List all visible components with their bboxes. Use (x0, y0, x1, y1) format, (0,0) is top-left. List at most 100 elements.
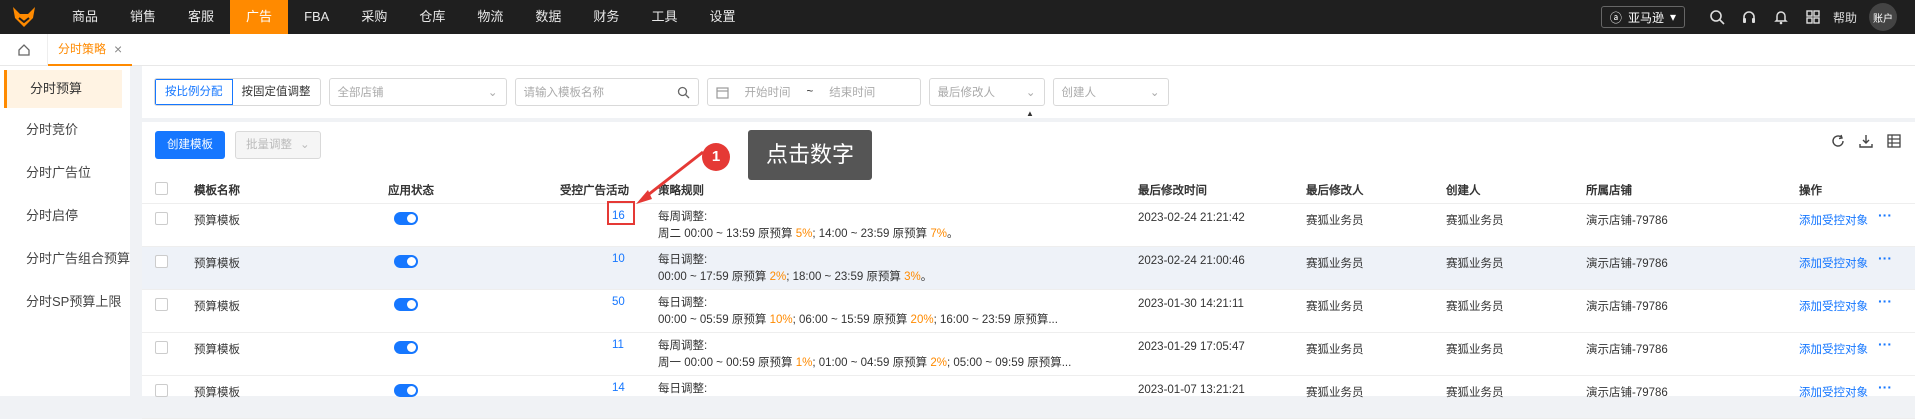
last-modifier-select[interactable]: 最后修改人 ⌄ (928, 78, 1045, 106)
more-actions-icon[interactable]: ··· (1878, 379, 1892, 395)
nav-item[interactable]: 工具 (635, 0, 693, 34)
tab-label: 分时策略 (58, 42, 107, 56)
caret-down-icon: ▾ (1669, 10, 1676, 24)
end-time-placeholder: 结束时间 (829, 87, 876, 99)
close-icon[interactable]: × (114, 41, 122, 57)
creator-name: 赛狐业务员 (1446, 215, 1504, 227)
rule-title: 每周调整: (658, 211, 708, 223)
more-actions-icon[interactable]: ··· (1878, 293, 1892, 309)
help-link[interactable]: 帮助 (1833, 9, 1857, 26)
modified-time: 2023-01-30 14:21:11 (1138, 298, 1244, 310)
home-icon[interactable] (0, 33, 48, 66)
rule-text: 周一 00:00 ~ 00:59 原预算 (658, 357, 796, 369)
modifier-name: 赛狐业务员 (1306, 215, 1364, 227)
fox-logo-icon[interactable] (0, 0, 48, 34)
apply-status-toggle[interactable] (394, 212, 418, 225)
search-icon[interactable] (1701, 0, 1733, 34)
store-name: 演示店铺-79786 (1586, 301, 1668, 313)
search-icon[interactable] (677, 86, 690, 99)
table-row: 预算模板 10 每日调整: 00:00 ~ 17:59 原预算 2%; 18:00 ~… (142, 247, 1915, 290)
campaign-count-link[interactable]: 11 (612, 339, 624, 351)
rule-detail: 00:00 ~ 05:59 原预算 10%; 06:00 ~ 15:59 原预算… (658, 312, 1058, 329)
add-controlled-object-link[interactable]: 添加受控对象 (1799, 255, 1868, 271)
nav-item[interactable]: 广告 (230, 0, 289, 34)
col-modifier: 最后修改人 (1306, 185, 1364, 197)
apply-status-toggle[interactable] (394, 384, 418, 397)
nav-item[interactable]: 数据 (519, 0, 577, 34)
nav-item[interactable]: 商品 (56, 0, 114, 34)
creator-name: 赛狐业务员 (1446, 387, 1504, 399)
modifier-name: 赛狐业务员 (1306, 387, 1364, 399)
step-badge: 1 (702, 143, 730, 171)
row-checkbox[interactable] (155, 212, 168, 225)
sidebar-item[interactable]: 分时预算 (4, 70, 122, 108)
nav-item[interactable]: 采购 (345, 0, 403, 34)
apps-grid-icon[interactable] (1797, 0, 1829, 34)
collapse-filter-icon[interactable]: ▲ (1005, 108, 1055, 118)
select-all-checkbox[interactable] (155, 182, 168, 195)
rule-text: ; 18:00 ~ 23:59 原预算 (786, 271, 905, 283)
add-controlled-object-link[interactable]: 添加受控对象 (1799, 212, 1868, 228)
bell-icon[interactable] (1765, 0, 1797, 34)
campaign-count-link[interactable]: 14 (612, 382, 625, 394)
row-checkbox[interactable] (155, 255, 168, 268)
sidebar-item[interactable]: 分时广告组合预算 (0, 237, 130, 280)
add-controlled-object-link[interactable]: 添加受控对象 (1799, 384, 1868, 400)
creator-name: 赛狐业务员 (1446, 301, 1504, 313)
nav-item[interactable]: 销售 (114, 0, 172, 34)
rule-text: 。 (946, 228, 959, 240)
row-checkbox[interactable] (155, 298, 168, 311)
last-modifier-placeholder: 最后修改人 (937, 87, 996, 99)
column-settings-icon[interactable] (1887, 134, 1901, 148)
rule-percent: 2% (769, 271, 787, 283)
add-controlled-object-link[interactable]: 添加受控对象 (1799, 341, 1868, 357)
date-range-picker[interactable]: 开始时间 ~ 结束时间 (706, 78, 921, 106)
add-controlled-object-link[interactable]: 添加受控对象 (1799, 298, 1868, 314)
template-name: 预算模板 (194, 387, 240, 399)
template-search-input[interactable]: 请输入模板名称 (514, 78, 699, 106)
alloc-fixed-button[interactable]: 按固定值调整 (233, 79, 320, 105)
creator-select[interactable]: 创建人 ⌄ (1052, 78, 1169, 106)
chevron-down-icon: ⌄ (487, 87, 498, 99)
modifier-name: 赛狐业务员 (1306, 258, 1364, 270)
sidebar-item[interactable]: 分时竞价 (0, 108, 130, 151)
sidebar-item[interactable]: 分时启停 (0, 194, 130, 237)
campaign-count-link[interactable]: 10 (612, 253, 625, 265)
nav-item[interactable]: 财务 (577, 0, 635, 34)
more-actions-icon[interactable]: ··· (1878, 207, 1892, 223)
campaign-count-link[interactable]: 50 (612, 296, 625, 308)
download-icon[interactable] (1859, 134, 1873, 148)
avatar[interactable]: 账户 (1869, 3, 1897, 31)
table-row: 预算模板 11 每周调整: 周一 00:00 ~ 00:59 原预算 1%; 01:0… (142, 333, 1915, 376)
more-actions-icon[interactable]: ··· (1878, 250, 1892, 266)
nav-item[interactable]: 设置 (693, 0, 751, 34)
apply-status-toggle[interactable] (394, 298, 418, 311)
alloc-ratio-button[interactable]: 按比例分配 (155, 79, 233, 105)
list-toolbar: 创建模板 批量调整 ⌄ (142, 122, 1915, 168)
nav-item[interactable]: FBA (288, 0, 345, 34)
rule-detail: 周一 00:00 ~ 00:59 原预算 1%; 01:00 ~ 04:59 原… (658, 355, 1071, 372)
refresh-icon[interactable] (1831, 134, 1845, 148)
tab-time-strategy[interactable]: 分时策略 × (48, 34, 133, 66)
nav-item[interactable]: 物流 (461, 0, 519, 34)
rule-text: ; 01:00 ~ 04:59 原预算 (812, 357, 931, 369)
apply-status-toggle[interactable] (394, 341, 418, 354)
template-name: 预算模板 (194, 258, 240, 270)
batch-adjust-button[interactable]: 批量调整 ⌄ (235, 131, 321, 159)
headset-icon[interactable] (1733, 0, 1765, 34)
annotation-callout: 1 点击数字 (702, 130, 872, 180)
row-checkbox[interactable] (155, 384, 168, 397)
modified-time: 2023-01-29 17:05:47 (1138, 341, 1245, 353)
nav-item[interactable]: 客服 (172, 0, 230, 34)
sidebar-item[interactable]: 分时SP预算上限 (0, 280, 130, 323)
nav-item[interactable]: 仓库 (403, 0, 461, 34)
sidebar-item[interactable]: 分时广告位 (0, 151, 130, 194)
rule-percent: 3% (904, 271, 921, 283)
marketplace-select[interactable]: ⓐ 亚马逊 ▾ (1600, 6, 1685, 28)
apply-status-toggle[interactable] (394, 255, 418, 268)
more-actions-icon[interactable]: ··· (1878, 336, 1892, 352)
template-list-panel: 创建模板 批量调整 ⌄ 模板名称 应用状态 受控广告活动 策略规则 最后修改时间… (142, 122, 1915, 419)
row-checkbox[interactable] (155, 341, 168, 354)
create-template-button[interactable]: 创建模板 (155, 131, 225, 159)
store-select[interactable]: 全部店铺 ⌄ (328, 78, 507, 106)
